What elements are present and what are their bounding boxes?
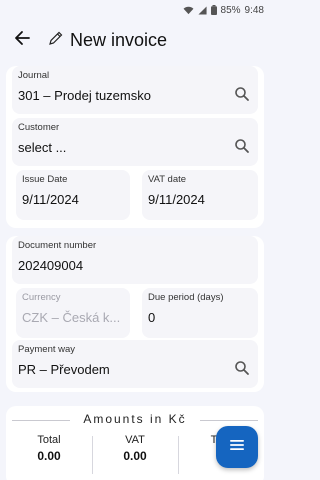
search-icon[interactable] <box>234 86 250 102</box>
currency-value: CZK – Česká k... <box>22 310 121 325</box>
due-period-value: 0 <box>148 310 156 325</box>
search-icon[interactable] <box>234 360 250 376</box>
vat-date-label: VAT date <box>148 174 187 185</box>
due-period-label: Due period (days) <box>148 292 224 303</box>
currency-label: Currency <box>22 292 61 303</box>
issue-date-value: 9/11/2024 <box>22 192 79 207</box>
currency-field: Currency CZK – Česká k... <box>16 288 130 338</box>
customer-label: Customer <box>18 122 60 133</box>
back-arrow-icon <box>14 30 30 51</box>
document-card: Document number 202409004 Currency CZK –… <box>6 236 264 392</box>
divider <box>92 436 93 474</box>
back-button[interactable] <box>8 26 36 54</box>
signal-icon <box>197 5 207 15</box>
payment-way-label: Payment way <box>18 344 76 355</box>
payment-way-field[interactable]: Payment way PR – Převodem <box>12 340 258 388</box>
divider <box>178 436 179 474</box>
pencil-icon <box>48 30 64 51</box>
amount-total: Total 0.00 <box>10 434 88 463</box>
amount-vat-value: 0.00 <box>123 449 147 463</box>
menu-fab-button[interactable] <box>216 426 258 468</box>
issue-date-field[interactable]: Issue Date 9/11/2024 <box>16 170 130 220</box>
title-wrap: New invoice <box>48 30 167 51</box>
payment-way-value: PR – Převodem <box>18 362 110 377</box>
document-number-label: Document number <box>18 240 97 251</box>
page-title: New invoice <box>70 29 168 50</box>
journal-label: Journal <box>18 70 50 81</box>
status-bar: 85% 9:48 <box>0 0 270 20</box>
vat-date-field[interactable]: VAT date 9/11/2024 <box>142 170 258 220</box>
battery-percent: 85% <box>220 4 241 16</box>
app-bar: New invoice <box>0 22 270 58</box>
journal-field[interactable]: Journal 301 – Prodej tuzemsko <box>12 66 258 114</box>
amount-total-label: Total <box>37 434 61 446</box>
amount-vat: VAT 0.00 <box>96 434 174 463</box>
battery-icon <box>210 5 217 15</box>
invoice-header-card: Journal 301 – Prodej tuzemsko Customer s… <box>6 66 264 228</box>
vat-date-value: 9/11/2024 <box>148 192 205 207</box>
amount-total-value: 0.00 <box>37 449 61 463</box>
document-number-field[interactable]: Document number 202409004 <box>12 236 258 284</box>
due-period-field[interactable]: Due period (days) 0 <box>142 288 258 338</box>
search-icon[interactable] <box>234 138 250 154</box>
amount-vat-label: VAT <box>125 434 145 446</box>
issue-date-label: Issue Date <box>22 174 68 185</box>
menu-icon <box>229 438 245 457</box>
document-number-value: 202409004 <box>18 258 84 273</box>
customer-value: select ... <box>18 140 67 155</box>
wifi-icon <box>183 6 194 15</box>
clock: 9:48 <box>244 4 264 16</box>
amounts-title: Amounts in Kč <box>6 412 264 426</box>
customer-field[interactable]: Customer select ... <box>12 118 258 166</box>
journal-value: 301 – Prodej tuzemsko <box>18 88 151 103</box>
